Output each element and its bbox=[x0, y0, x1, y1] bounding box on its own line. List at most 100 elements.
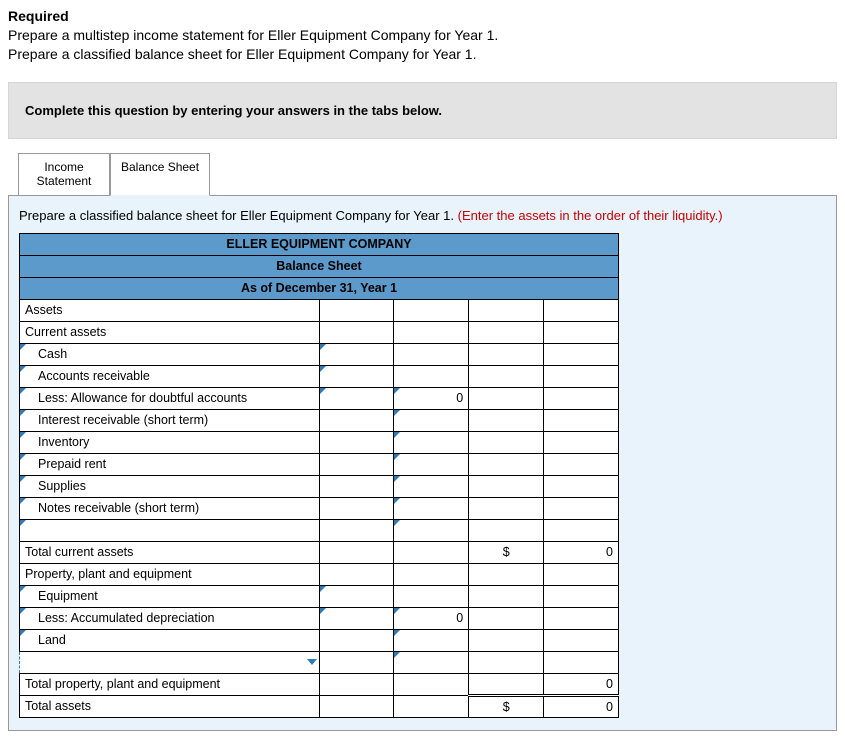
cell-input[interactable] bbox=[544, 453, 619, 475]
cell-input[interactable] bbox=[319, 585, 394, 607]
cell-input[interactable] bbox=[544, 299, 619, 321]
cell-input[interactable] bbox=[544, 475, 619, 497]
tab-panel-balance-sheet: Prepare a classified balance sheet for E… bbox=[8, 195, 837, 731]
cell-input[interactable] bbox=[394, 519, 469, 541]
cell-input[interactable] bbox=[544, 321, 619, 343]
row-accounts-receivable[interactable]: Accounts receivable bbox=[20, 365, 320, 387]
row-blank[interactable] bbox=[20, 519, 320, 541]
cell-input[interactable] bbox=[544, 497, 619, 519]
cell-input[interactable] bbox=[319, 409, 394, 431]
cell-input[interactable] bbox=[469, 409, 544, 431]
cell-input[interactable] bbox=[469, 431, 544, 453]
cell-input[interactable] bbox=[319, 497, 394, 519]
cell-input[interactable] bbox=[544, 563, 619, 585]
cell-input[interactable] bbox=[394, 695, 469, 717]
cell-input[interactable] bbox=[394, 651, 469, 673]
row-interest-receivable[interactable]: Interest receivable (short term) bbox=[20, 409, 320, 431]
cell-value[interactable]: 0 bbox=[394, 387, 469, 409]
cell-input[interactable] bbox=[544, 519, 619, 541]
cell-input[interactable] bbox=[319, 453, 394, 475]
tab-income-statement[interactable]: Income Statement bbox=[18, 153, 110, 196]
cell-input[interactable] bbox=[394, 321, 469, 343]
cell-input[interactable] bbox=[469, 673, 544, 695]
cell-value[interactable]: 0 bbox=[394, 607, 469, 629]
cell-value[interactable]: 0 bbox=[544, 673, 619, 695]
cell-input[interactable] bbox=[469, 321, 544, 343]
row-total-assets: Total assets bbox=[20, 695, 320, 717]
cell-input[interactable] bbox=[394, 563, 469, 585]
cell-input[interactable] bbox=[319, 343, 394, 365]
chevron-down-icon bbox=[307, 659, 317, 665]
cell-input[interactable] bbox=[469, 453, 544, 475]
cell-input[interactable] bbox=[544, 629, 619, 651]
cell-input[interactable] bbox=[319, 563, 394, 585]
cell-input[interactable] bbox=[394, 299, 469, 321]
cell-input[interactable] bbox=[469, 563, 544, 585]
cell-input[interactable] bbox=[319, 431, 394, 453]
cell-input[interactable] bbox=[319, 365, 394, 387]
cell-input[interactable] bbox=[469, 585, 544, 607]
header-asof: As of December 31, Year 1 bbox=[20, 277, 619, 299]
cell-input[interactable] bbox=[544, 387, 619, 409]
row-total-current-assets: Total current assets bbox=[20, 541, 320, 563]
cell-input[interactable] bbox=[469, 343, 544, 365]
panel-prompt: Prepare a classified balance sheet for E… bbox=[19, 208, 458, 223]
cell-input[interactable] bbox=[394, 409, 469, 431]
cell-input[interactable] bbox=[319, 629, 394, 651]
cell-input[interactable] bbox=[469, 651, 544, 673]
cell-input[interactable] bbox=[544, 607, 619, 629]
cell-input[interactable] bbox=[394, 365, 469, 387]
cell-input[interactable] bbox=[319, 673, 394, 695]
cell-input[interactable] bbox=[394, 475, 469, 497]
cell-input[interactable] bbox=[544, 651, 619, 673]
cell-input[interactable] bbox=[544, 585, 619, 607]
cell-input[interactable] bbox=[469, 629, 544, 651]
tab-balance-label: Balance Sheet bbox=[121, 160, 199, 174]
row-notes-receivable[interactable]: Notes receivable (short term) bbox=[20, 497, 320, 519]
cell-value[interactable]: 0 bbox=[544, 541, 619, 563]
cell-input[interactable] bbox=[544, 409, 619, 431]
cell-symbol: $ bbox=[469, 695, 544, 717]
cell-input[interactable] bbox=[469, 365, 544, 387]
cell-input[interactable] bbox=[544, 431, 619, 453]
cell-input[interactable] bbox=[469, 475, 544, 497]
cell-input[interactable] bbox=[394, 453, 469, 475]
cell-input[interactable] bbox=[469, 607, 544, 629]
required-text: Prepare a multistep income statement for… bbox=[8, 26, 837, 64]
row-less-allowance[interactable]: Less: Allowance for doubtful accounts bbox=[20, 387, 320, 409]
cell-input[interactable] bbox=[394, 541, 469, 563]
panel-prompt-red: (Enter the assets in the order of their … bbox=[458, 208, 723, 223]
cell-input[interactable] bbox=[319, 541, 394, 563]
cell-input[interactable] bbox=[394, 497, 469, 519]
row-dropdown-blank[interactable] bbox=[20, 651, 320, 673]
cell-input[interactable] bbox=[319, 321, 394, 343]
row-land[interactable]: Land bbox=[20, 629, 320, 651]
row-inventory[interactable]: Inventory bbox=[20, 431, 320, 453]
cell-input[interactable] bbox=[319, 299, 394, 321]
cell-input[interactable] bbox=[394, 343, 469, 365]
cell-input[interactable] bbox=[469, 387, 544, 409]
cell-input[interactable] bbox=[544, 343, 619, 365]
cell-input[interactable] bbox=[394, 431, 469, 453]
cell-input[interactable] bbox=[469, 299, 544, 321]
tab-balance-sheet[interactable]: Balance Sheet bbox=[110, 153, 210, 196]
cell-input[interactable] bbox=[394, 629, 469, 651]
cell-input[interactable] bbox=[319, 475, 394, 497]
cell-input[interactable] bbox=[319, 651, 394, 673]
row-less-depreciation[interactable]: Less: Accumulated depreciation bbox=[20, 607, 320, 629]
cell-input[interactable] bbox=[469, 497, 544, 519]
cell-input[interactable] bbox=[544, 365, 619, 387]
cell-input[interactable] bbox=[319, 607, 394, 629]
row-prepaid-rent[interactable]: Prepaid rent bbox=[20, 453, 320, 475]
cell-input[interactable] bbox=[319, 519, 394, 541]
cell-input[interactable] bbox=[319, 695, 394, 717]
row-supplies[interactable]: Supplies bbox=[20, 475, 320, 497]
cell-input[interactable] bbox=[469, 519, 544, 541]
cell-input[interactable] bbox=[319, 387, 394, 409]
row-cash[interactable]: Cash bbox=[20, 343, 320, 365]
cell-input[interactable] bbox=[394, 585, 469, 607]
cell-input[interactable] bbox=[394, 673, 469, 695]
instruction-bar: Complete this question by entering your … bbox=[8, 82, 837, 139]
cell-value[interactable]: 0 bbox=[544, 695, 619, 717]
row-equipment[interactable]: Equipment bbox=[20, 585, 320, 607]
